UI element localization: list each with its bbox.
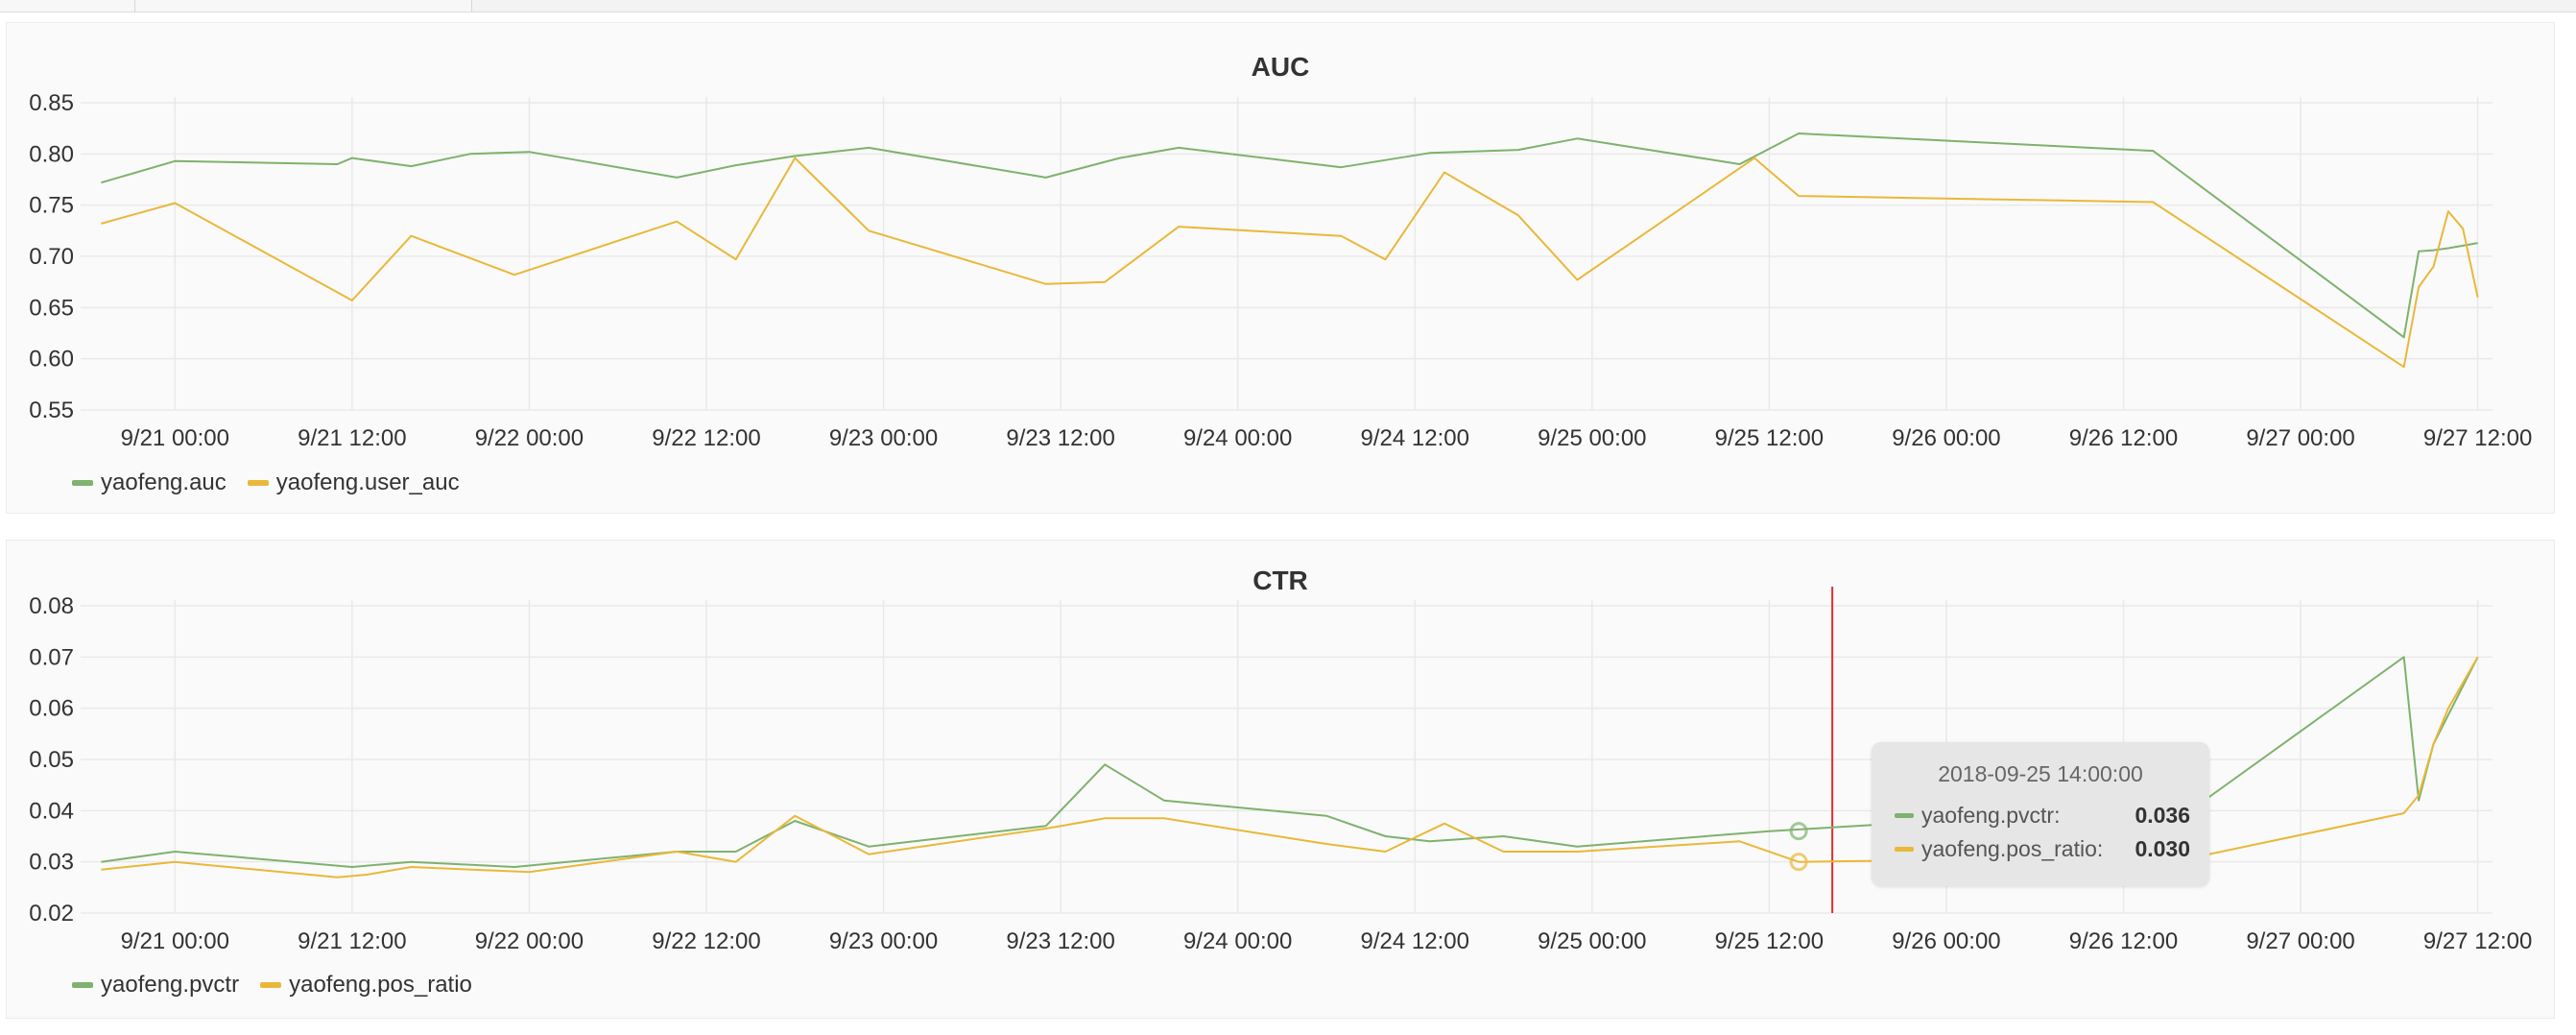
ctr-ytick-label: 0.05 bbox=[29, 747, 74, 773]
auc-xtick-label: 9/22 00:00 bbox=[475, 425, 584, 451]
auc-xtick-label: 9/26 12:00 bbox=[2069, 425, 2178, 451]
ctr-xtick-label: 9/22 00:00 bbox=[475, 928, 584, 954]
tooltip-row-pos-ratio: yaofeng.pos_ratio: 0.030 bbox=[1895, 836, 2190, 862]
ctr-xtick-label: 9/24 12:00 bbox=[1361, 928, 1469, 954]
ctr-ytick-label: 0.04 bbox=[29, 798, 74, 824]
auc-ytick-label: 0.75 bbox=[29, 193, 74, 219]
ctr-ytick-label: 0.06 bbox=[29, 696, 74, 722]
legend-swatch-pvctr bbox=[72, 982, 93, 988]
auc-xtick-label: 9/27 00:00 bbox=[2246, 425, 2354, 451]
ctr-xtick-label: 9/25 12:00 bbox=[1715, 928, 1824, 954]
auc-xtick-label: 9/21 12:00 bbox=[298, 425, 406, 451]
tooltip-time: 2018-09-25 14:00:00 bbox=[1938, 761, 2143, 786]
tooltip-label-pos-ratio: yaofeng.pos_ratio: bbox=[1921, 836, 2104, 861]
tooltip-value-pos-ratio: 0.030 bbox=[2135, 836, 2190, 861]
ctr-xtick-label: 9/25 00:00 bbox=[1538, 928, 1646, 954]
auc-xtick-label: 9/22 12:00 bbox=[652, 425, 760, 451]
auc-ytick-label: 0.70 bbox=[29, 244, 74, 270]
ctr-chart-title: CTR bbox=[1252, 566, 1308, 595]
legend-swatch-pos-ratio bbox=[260, 982, 282, 988]
legend-swatch-auc bbox=[72, 480, 93, 486]
tooltip-value-pvctr: 0.036 bbox=[2135, 803, 2190, 828]
auc-legend: yaofeng.auc yaofeng.user_auc bbox=[72, 469, 460, 496]
auc-xtick-label: 9/23 00:00 bbox=[829, 425, 938, 451]
auc-panel: AUC 0.55 0.60 0.65 0.70 0.75 0.80 0.85 9/21 00:0… bbox=[6, 22, 2555, 514]
tooltip-label-pvctr: yaofeng.pvctr: bbox=[1921, 803, 2061, 828]
ctr-hover-point bbox=[1789, 822, 1808, 841]
ctr-xtick-label: 9/26 00:00 bbox=[1892, 928, 2000, 954]
ctr-ytick-label: 0.02 bbox=[29, 901, 74, 927]
top-tab-2[interactable] bbox=[135, 0, 472, 12]
ctr-ytick-label: 0.03 bbox=[29, 850, 74, 876]
ctr-xtick-label: 9/22 12:00 bbox=[652, 928, 760, 954]
ctr-xtick-label: 9/27 12:00 bbox=[2423, 928, 2532, 954]
auc-xtick-label: 9/27 12:00 bbox=[2423, 425, 2532, 451]
auc-xtick-label: 9/24 00:00 bbox=[1183, 425, 1292, 451]
ctr-ytick-label: 0.07 bbox=[29, 644, 74, 670]
legend-label-pos-ratio: yaofeng.pos_ratio bbox=[289, 972, 472, 998]
ctr-xtick-label: 9/24 00:00 bbox=[1183, 928, 1292, 954]
legend-item-auc[interactable]: yaofeng.auc bbox=[72, 469, 227, 496]
ctr-legend: yaofeng.pvctr yaofeng.pos_ratio bbox=[72, 972, 472, 999]
auc-ytick-label: 0.60 bbox=[29, 347, 74, 373]
legend-label-user-auc: yaofeng.user_auc bbox=[275, 469, 460, 495]
ctr-xtick-label: 9/26 12:00 bbox=[2069, 928, 2178, 954]
auc-ytick-label: 0.80 bbox=[29, 141, 74, 167]
auc-xtick-label: 9/21 00:00 bbox=[121, 425, 229, 451]
auc-ytick-label: 0.85 bbox=[29, 90, 74, 116]
hover-tooltip: 2018-09-25 14:00:00 yaofeng.pvctr: 0.036… bbox=[1872, 742, 2209, 886]
auc-xtick-label: 9/25 00:00 bbox=[1538, 425, 1646, 451]
ctr-xtick-label: 9/21 00:00 bbox=[121, 928, 229, 954]
ctr-xtick-label: 9/27 00:00 bbox=[2246, 928, 2354, 954]
legend-label-auc: yaofeng.auc bbox=[101, 469, 227, 495]
auc-chart-title: AUC bbox=[1252, 52, 1310, 82]
tooltip-swatch-pos-ratio bbox=[1895, 847, 1914, 852]
top-bar bbox=[0, 0, 2576, 12]
tooltip-row-pvctr: yaofeng.pvctr: 0.036 bbox=[1895, 803, 2190, 829]
legend-swatch-user-auc bbox=[247, 480, 269, 486]
legend-label-pvctr: yaofeng.pvctr bbox=[101, 972, 240, 998]
ctr-ytick-label: 0.08 bbox=[29, 593, 74, 619]
tooltip-swatch-pvctr bbox=[1895, 813, 1914, 818]
auc-xtick-label: 9/23 12:00 bbox=[1006, 425, 1114, 451]
auc-xtick-label: 9/26 00:00 bbox=[1892, 425, 2000, 451]
auc-xtick-label: 9/25 12:00 bbox=[1715, 425, 1824, 451]
legend-item-pvctr[interactable]: yaofeng.pvctr bbox=[72, 972, 239, 999]
legend-item-user-auc[interactable]: yaofeng.user_auc bbox=[247, 469, 460, 496]
auc-ytick-label: 0.55 bbox=[29, 397, 74, 423]
ctr-xtick-label: 9/23 12:00 bbox=[1006, 928, 1114, 954]
top-tab-1[interactable] bbox=[0, 0, 135, 12]
auc-xtick-label: 9/24 12:00 bbox=[1361, 425, 1469, 451]
auc-series-line-yaofeng-user-auc[interactable] bbox=[101, 156, 2479, 369]
legend-item-pos-ratio[interactable]: yaofeng.pos_ratio bbox=[260, 972, 472, 999]
ctr-xtick-label: 9/21 12:00 bbox=[298, 928, 406, 954]
auc-ytick-label: 0.65 bbox=[29, 295, 74, 321]
auc-series-line-yaofeng-auc[interactable] bbox=[101, 132, 2478, 339]
ctr-xtick-label: 9/23 00:00 bbox=[829, 928, 938, 954]
auc-chart[interactable]: AUC 0.55 0.60 0.65 0.70 0.75 0.80 0.85 9/21 00:0… bbox=[7, 23, 2554, 513]
